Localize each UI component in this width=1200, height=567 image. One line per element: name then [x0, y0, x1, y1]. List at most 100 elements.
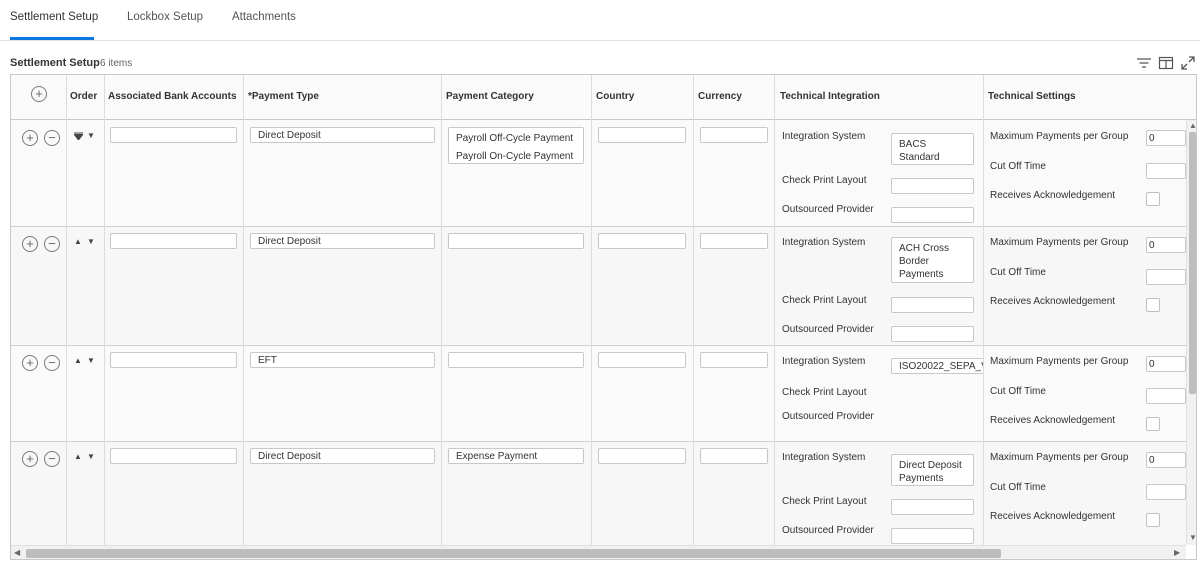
integration-system-label: Integration System	[782, 237, 866, 248]
integration-system-field[interactable]: Direct Deposit Payments	[891, 454, 974, 486]
vertical-scrollbar[interactable]: ▲ ▼	[1186, 120, 1196, 545]
grid-header: + Order Associated Bank Accounts *Paymen…	[11, 75, 1196, 120]
payment-type-field[interactable]: Direct Deposit	[250, 233, 435, 249]
move-up-icon[interactable]: ▲	[74, 453, 82, 461]
tab-lockbox-setup[interactable]: Lockbox Setup	[127, 11, 203, 23]
integration-system-field[interactable]: ISO20022_SEPA_V	[891, 358, 984, 374]
col-payment-type: *Payment Type	[248, 91, 319, 102]
receives-ack-checkbox[interactable]	[1146, 513, 1160, 527]
remove-row-button[interactable]: −	[44, 355, 60, 371]
header-divider	[591, 75, 592, 120]
max-payments-label: Maximum Payments per Group	[990, 131, 1129, 142]
column-divider	[441, 120, 442, 545]
outsourced-provider-label: Outsourced Provider	[782, 324, 874, 335]
filter-icon[interactable]	[1136, 55, 1152, 71]
country-field[interactable]	[598, 352, 686, 368]
table-row: + − ▼ Direct Deposit Payroll Off-Cycle P…	[11, 120, 1186, 227]
country-field[interactable]	[598, 233, 686, 249]
outsourced-provider-field[interactable]	[891, 528, 974, 544]
move-down-icon[interactable]: ▼	[87, 238, 95, 246]
remove-row-button[interactable]: −	[44, 236, 60, 252]
payment-category-field[interactable]	[448, 233, 584, 249]
payment-category-value: Payroll Off-Cycle Payment	[456, 133, 574, 144]
cut-off-time-field[interactable]	[1146, 388, 1186, 404]
outsourced-provider-field[interactable]	[891, 207, 974, 223]
integration-system-value: Border	[899, 256, 930, 267]
add-row-button[interactable]: +	[22, 451, 38, 467]
move-up-icon[interactable]: ▲	[74, 238, 82, 246]
add-row-button[interactable]: +	[22, 355, 38, 371]
vertical-scroll-thumb[interactable]	[1189, 132, 1196, 394]
header-divider	[104, 75, 105, 120]
max-payments-field[interactable]: 0	[1146, 356, 1186, 372]
check-print-layout-field[interactable]	[891, 499, 974, 515]
max-payments-field[interactable]: 0	[1146, 237, 1186, 253]
horizontal-scroll-thumb[interactable]	[26, 549, 1001, 558]
column-divider	[243, 120, 244, 545]
currency-field[interactable]	[700, 448, 768, 464]
bank-accounts-field[interactable]	[110, 448, 237, 464]
move-to-top-icon[interactable]	[73, 131, 84, 142]
cut-off-time-field[interactable]	[1146, 163, 1186, 179]
max-payments-field[interactable]: 0	[1146, 452, 1186, 468]
receives-ack-checkbox[interactable]	[1146, 192, 1160, 206]
move-down-icon[interactable]: ▼	[87, 453, 95, 461]
integration-system-field[interactable]: BACS Standard 18	[891, 133, 974, 165]
payment-category-field[interactable]	[448, 352, 584, 368]
receives-ack-label: Receives Acknowledgement	[990, 511, 1116, 522]
payment-category-field[interactable]: Expense Payment	[448, 448, 584, 464]
move-down-icon[interactable]: ▼	[87, 132, 95, 140]
horizontal-scrollbar[interactable]: ◀ ▶	[11, 545, 1186, 559]
item-count: 6 items	[100, 58, 133, 69]
currency-field[interactable]	[700, 352, 768, 368]
remove-row-button[interactable]: −	[44, 451, 60, 467]
scroll-up-icon[interactable]: ▲	[1189, 122, 1196, 130]
scroll-down-icon[interactable]: ▼	[1189, 534, 1196, 542]
bank-accounts-field[interactable]	[110, 352, 237, 368]
col-payment-category: Payment Category	[446, 91, 534, 102]
integration-system-value: 18	[899, 164, 966, 165]
outsourced-provider-label: Outsourced Provider	[782, 411, 874, 422]
remove-row-button[interactable]: −	[44, 130, 60, 146]
tab-attachments[interactable]: Attachments	[232, 11, 296, 23]
payment-type-field[interactable]: Direct Deposit	[250, 127, 435, 143]
settlement-grid: + Order Associated Bank Accounts *Paymen…	[10, 74, 1197, 560]
column-divider	[983, 120, 984, 545]
payment-type-field[interactable]: EFT	[250, 352, 435, 368]
check-print-layout-label: Check Print Layout	[782, 295, 867, 306]
check-print-layout-field[interactable]	[891, 178, 974, 194]
scroll-left-icon[interactable]: ◀	[14, 549, 20, 557]
move-up-icon[interactable]: ▲	[74, 357, 82, 365]
scroll-right-icon[interactable]: ▶	[1174, 549, 1180, 557]
check-print-layout-field[interactable]	[891, 297, 974, 313]
max-payments-field[interactable]: 0	[1146, 130, 1186, 146]
currency-field[interactable]	[700, 233, 768, 249]
cut-off-time-field[interactable]	[1146, 484, 1186, 500]
max-payments-label: Maximum Payments per Group	[990, 452, 1129, 463]
receives-ack-label: Receives Acknowledgement	[990, 296, 1116, 307]
check-print-layout-label: Check Print Layout	[782, 175, 867, 186]
add-row-button[interactable]: +	[22, 236, 38, 252]
move-down-icon[interactable]: ▼	[87, 357, 95, 365]
cut-off-time-field[interactable]	[1146, 269, 1186, 285]
receives-ack-checkbox[interactable]	[1146, 417, 1160, 431]
add-row-button[interactable]: +	[22, 130, 38, 146]
grid-title: Settlement Setup	[10, 57, 100, 69]
country-field[interactable]	[598, 127, 686, 143]
payment-category-field[interactable]: Payroll Off-Cycle Payment Payroll On-Cyc…	[448, 127, 584, 164]
expand-icon[interactable]	[1180, 55, 1196, 71]
max-payments-label: Maximum Payments per Group	[990, 237, 1129, 248]
country-field[interactable]	[598, 448, 686, 464]
tab-settlement-setup[interactable]: Settlement Setup	[10, 11, 98, 23]
currency-field[interactable]	[700, 127, 768, 143]
integration-system-value: ACH Cross	[899, 243, 950, 254]
integration-system-value: Payments	[899, 473, 944, 484]
receives-ack-checkbox[interactable]	[1146, 298, 1160, 312]
columns-icon[interactable]	[1158, 55, 1174, 71]
integration-system-field[interactable]: ACH Cross Border Payments	[891, 237, 974, 283]
outsourced-provider-field[interactable]	[891, 326, 974, 342]
add-row-header-button[interactable]: +	[31, 86, 47, 102]
bank-accounts-field[interactable]	[110, 233, 237, 249]
payment-type-field[interactable]: Direct Deposit	[250, 448, 435, 464]
bank-accounts-field[interactable]	[110, 127, 237, 143]
